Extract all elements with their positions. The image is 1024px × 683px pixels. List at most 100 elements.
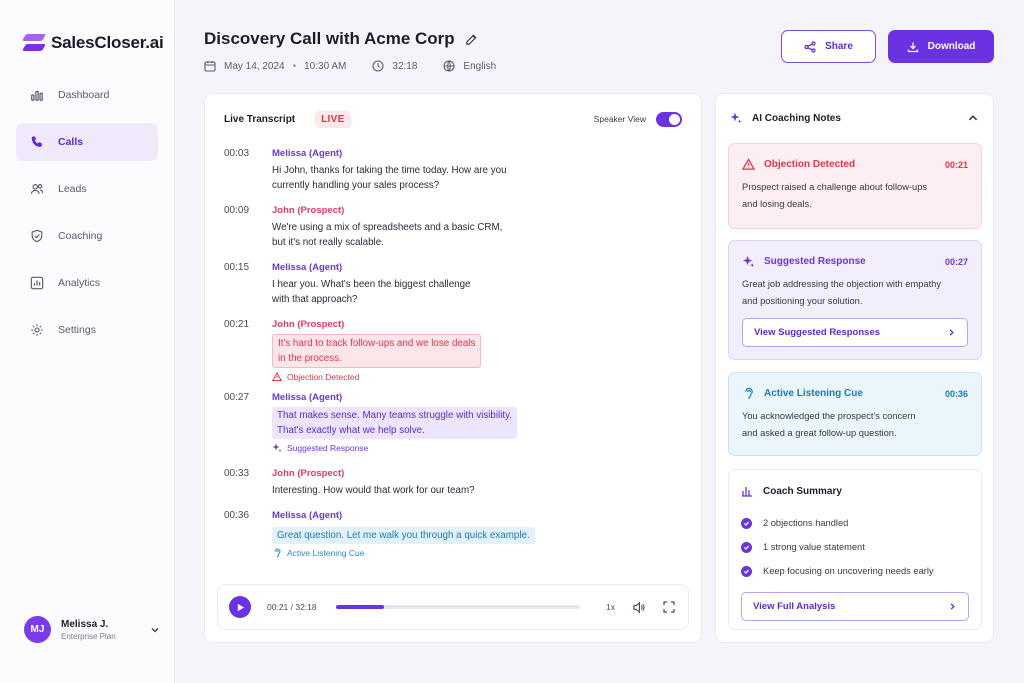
- summary-header: Coach Summary: [741, 485, 969, 497]
- download-button[interactable]: Download: [888, 30, 994, 63]
- message-line: Great question. Let me walk you through …: [277, 530, 530, 541]
- message-time: 00:03: [224, 148, 250, 159]
- note-title: Active Listening Cue: [764, 388, 863, 399]
- message-body: Melissa (Agent) That makes sense. Many t…: [272, 392, 552, 453]
- suggested-highlight[interactable]: That makes sense. Many teams struggle wi…: [272, 407, 518, 439]
- playback-time: 00:21 / 32:18: [267, 602, 317, 612]
- fullscreen-icon[interactable]: [663, 601, 675, 613]
- ear-icon: [274, 548, 281, 558]
- users-icon: [30, 184, 44, 194]
- message-line: I hear you. What's been the biggest chal…: [272, 279, 471, 290]
- warning-icon: [272, 372, 282, 381]
- coaching-title: AI Coaching Notes: [752, 112, 841, 124]
- transcript-title: Live Transcript: [224, 113, 296, 125]
- objection-highlight[interactable]: It's hard to track follow-ups and we los…: [272, 334, 482, 368]
- button-label: View Suggested Responses: [754, 327, 881, 338]
- avatar: MJ: [24, 616, 51, 643]
- phone-icon: [31, 136, 42, 147]
- nav-label: Dashboard: [58, 89, 110, 101]
- nav-item-coaching[interactable]: Coaching: [16, 217, 158, 255]
- message-time: 00:36: [224, 510, 250, 521]
- message-line: with that approach?: [272, 294, 358, 305]
- user-menu[interactable]: MJ Melissa J. Enterprise Plan: [24, 616, 160, 643]
- check-icon: [741, 565, 752, 577]
- listening-tag: Active Listening Cue: [272, 548, 552, 558]
- message-time: 00:33: [224, 468, 250, 479]
- share-button[interactable]: Share: [781, 30, 876, 63]
- message-line: It's hard to track follow-ups and we los…: [278, 338, 476, 349]
- play-button[interactable]: [229, 596, 251, 618]
- clock-icon: [372, 60, 384, 72]
- speaker-view-toggle[interactable]: [656, 111, 682, 127]
- note-time: 00:27: [944, 256, 968, 267]
- edit-icon[interactable]: [465, 33, 478, 46]
- message-line: That's exactly what we help solve.: [277, 425, 425, 436]
- tag-label: Active Listening Cue: [287, 548, 365, 558]
- nav-item-calls[interactable]: Calls: [16, 123, 158, 161]
- call-title: Discovery Call with Acme Corp: [204, 29, 455, 48]
- user-name: Melissa J.: [61, 618, 109, 630]
- message-line: That makes sense. Many teams struggle wi…: [277, 410, 513, 421]
- listening-highlight[interactable]: Great question. Let me walk you through …: [272, 527, 535, 544]
- call-date: May 14, 2024: [224, 60, 285, 72]
- coach-summary: Coach Summary 2 objections handled 1 str…: [728, 469, 982, 630]
- active-listening-note: Active Listening Cue 00:36 You acknowled…: [728, 372, 982, 456]
- transcript-header: Live Transcript LIVE Speaker View: [205, 94, 701, 144]
- summary-item: Keep focusing on uncovering needs early: [741, 559, 969, 583]
- note-line: and losing deals.: [742, 199, 812, 209]
- user-info: Melissa J. Enterprise Plan: [61, 619, 116, 641]
- playback-progress[interactable]: [336, 605, 580, 609]
- view-suggested-responses-button[interactable]: View Suggested Responses: [742, 318, 968, 347]
- playback-speed[interactable]: 1x: [606, 602, 615, 612]
- note-text: Prospect raised a challenge about follow…: [742, 179, 968, 213]
- message-line: We're using a mix of spreadsheets and a …: [272, 222, 503, 233]
- note-time: 00:21: [944, 159, 968, 170]
- objection-note: Objection Detected 00:21 Prospect raised…: [728, 143, 982, 229]
- chevron-down-icon[interactable]: [150, 625, 160, 635]
- note-time: 00:36: [944, 388, 968, 399]
- live-badge: LIVE: [315, 110, 351, 128]
- volume-icon[interactable]: [632, 601, 645, 614]
- bar-chart-icon: [742, 487, 752, 497]
- share-label: Share: [825, 41, 853, 52]
- nav-item-analytics[interactable]: Analytics: [16, 264, 158, 302]
- nav-item-dashboard[interactable]: Dashboard: [16, 76, 158, 114]
- message-time: 00:09: [224, 205, 250, 216]
- message-speaker: Melissa (Agent): [272, 510, 343, 521]
- warning-icon: [742, 158, 755, 170]
- note-header: Suggested Response 00:27: [742, 255, 968, 268]
- note-line: Great job addressing the objection with …: [742, 279, 941, 289]
- tag-label: Suggested Response: [287, 443, 369, 453]
- summary-list: 2 objections handled 1 strong value stat…: [741, 511, 969, 583]
- note-line: You acknowledged the prospect's concern: [742, 411, 916, 421]
- globe-icon: [443, 60, 455, 72]
- summary-item: 2 objections handled: [741, 511, 969, 535]
- nav-item-settings[interactable]: Settings: [16, 311, 158, 349]
- brand-logo[interactable]: SalesCloser.ai: [0, 0, 174, 64]
- nav-item-leads[interactable]: Leads: [16, 170, 158, 208]
- transcript-panel: Live Transcript LIVE Speaker View 00:03 …: [204, 93, 702, 643]
- gear-icon: [31, 324, 43, 336]
- download-icon: [907, 42, 918, 52]
- coaching-header[interactable]: AI Coaching Notes: [716, 94, 993, 142]
- coaching-panel: AI Coaching Notes Objection Detected 00:…: [715, 93, 994, 643]
- share-icon: [804, 40, 816, 53]
- note-header: Active Listening Cue 00:36: [742, 387, 968, 400]
- chevron-up-icon[interactable]: [967, 112, 979, 124]
- message-time: 00:21: [224, 319, 250, 330]
- message-time: 00:15: [224, 262, 250, 273]
- sparkle-icon: [742, 255, 755, 268]
- tag-label: Objection Detected: [287, 372, 360, 382]
- message-speaker: John (Prospect): [272, 205, 345, 216]
- note-header: Objection Detected 00:21: [742, 158, 968, 171]
- call-time: 10:30 AM: [304, 60, 347, 72]
- note-title: Suggested Response: [764, 256, 866, 267]
- shield-check-icon: [31, 229, 43, 243]
- message-speaker: John (Prospect): [272, 468, 345, 479]
- message-body: Melissa (Agent) I hear you. What's been …: [272, 262, 552, 307]
- objection-tag: Objection Detected: [272, 372, 552, 382]
- view-full-analysis-button[interactable]: View Full Analysis: [741, 592, 969, 621]
- suggested-note: Suggested Response 00:27 Great job addre…: [728, 240, 982, 360]
- message-body: John (Prospect) We're using a mix of spr…: [272, 205, 552, 250]
- nav-label: Coaching: [58, 230, 103, 242]
